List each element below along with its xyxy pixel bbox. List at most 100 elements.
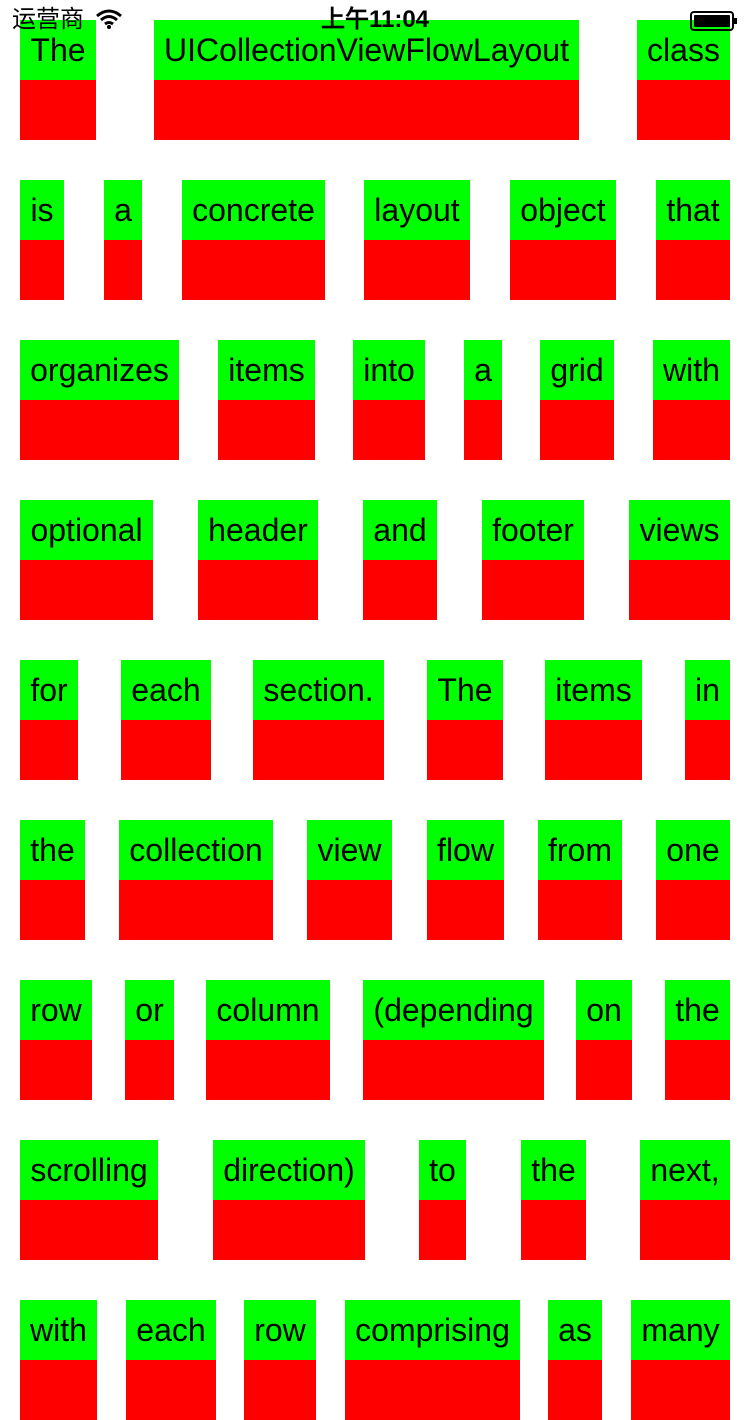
battery-icon	[690, 11, 737, 31]
cell-bottom-fill	[182, 240, 325, 300]
cell-label: views	[629, 500, 730, 560]
collection-cell[interactable]: is	[20, 180, 64, 300]
collection-cell[interactable]: the	[665, 980, 730, 1100]
cell-bottom-fill	[685, 720, 730, 780]
cell-label: object	[510, 180, 616, 240]
cell-label: header	[198, 500, 318, 560]
collection-cell[interactable]: row	[244, 1300, 316, 1420]
collection-cell[interactable]: concrete	[182, 180, 325, 300]
cell-label: optional	[20, 500, 153, 560]
collection-cell[interactable]: a	[464, 340, 502, 460]
collection-cell[interactable]: each	[126, 1300, 216, 1420]
collection-cell[interactable]: The	[427, 660, 503, 780]
cell-label: layout	[364, 180, 470, 240]
collection-cell[interactable]: and	[363, 500, 437, 620]
collection-cell[interactable]: a	[104, 180, 142, 300]
collection-cell[interactable]: (depending	[363, 980, 544, 1100]
collection-view[interactable]: The UICollectionViewFlowLayout class is a con…	[0, 0, 750, 1420]
collection-cell[interactable]: in	[685, 660, 730, 780]
collection-cell[interactable]: the	[521, 1140, 586, 1260]
collection-cell[interactable]: into	[353, 340, 425, 460]
cell-label: section.	[253, 660, 384, 720]
collection-cell[interactable]: object	[510, 180, 616, 300]
cell-label: one	[656, 820, 730, 880]
collection-cell[interactable]: one	[656, 820, 730, 940]
collection-cell[interactable]: from	[538, 820, 622, 940]
cell-bottom-fill	[629, 560, 730, 620]
cell-bottom-fill	[198, 560, 318, 620]
cell-label: with	[20, 1300, 97, 1360]
cell-label: a	[464, 340, 502, 400]
cell-label: comprising	[345, 1300, 520, 1360]
cell-bottom-fill	[20, 1200, 158, 1260]
collection-cell[interactable]: with	[20, 1300, 97, 1420]
collection-cell[interactable]: items	[218, 340, 315, 460]
cell-bottom-fill	[364, 240, 470, 300]
cell-bottom-fill	[121, 720, 211, 780]
collection-cell[interactable]: header	[198, 500, 318, 620]
cell-label: next,	[640, 1140, 730, 1200]
cell-bottom-fill	[20, 80, 96, 140]
collection-cell[interactable]: views	[629, 500, 730, 620]
collection-cell[interactable]: grid	[540, 340, 614, 460]
cell-label: direction)	[213, 1140, 365, 1200]
cell-bottom-fill	[20, 240, 64, 300]
collection-cell[interactable]: for	[20, 660, 78, 780]
cell-bottom-fill	[521, 1200, 586, 1260]
cell-bottom-fill	[20, 560, 153, 620]
collection-cell[interactable]: to	[419, 1140, 466, 1260]
collection-cell[interactable]: many	[631, 1300, 730, 1420]
cell-label: that	[656, 180, 730, 240]
collection-cell[interactable]: collection	[119, 820, 273, 940]
collection-cell[interactable]: the	[20, 820, 85, 940]
collection-cell[interactable]: layout	[364, 180, 470, 300]
cell-label: (depending	[363, 980, 544, 1040]
collection-cell[interactable]: as	[548, 1300, 602, 1420]
cell-label: collection	[119, 820, 273, 880]
cell-bottom-fill	[545, 720, 642, 780]
cell-label: from	[538, 820, 622, 880]
cell-bottom-fill	[363, 560, 437, 620]
collection-cell[interactable]: scrolling	[20, 1140, 158, 1260]
cell-bottom-fill	[427, 880, 504, 940]
cell-label: is	[20, 180, 64, 240]
cell-label: flow	[427, 820, 504, 880]
cell-label: footer	[482, 500, 584, 560]
collection-cell[interactable]: organizes	[20, 340, 179, 460]
cell-bottom-fill	[126, 1360, 216, 1420]
cell-bottom-fill	[353, 400, 425, 460]
collection-cell[interactable]: footer	[482, 500, 584, 620]
cell-label: to	[419, 1140, 466, 1200]
cell-label: with	[653, 340, 730, 400]
cell-bottom-fill	[20, 1360, 97, 1420]
collection-cell[interactable]: column	[206, 980, 330, 1100]
cell-label: organizes	[20, 340, 179, 400]
collection-cell[interactable]: section.	[253, 660, 384, 780]
collection-cell[interactable]: comprising	[345, 1300, 520, 1420]
cell-label: view	[307, 820, 392, 880]
collection-cell[interactable]: items	[545, 660, 642, 780]
cell-bottom-fill	[20, 720, 78, 780]
collection-cell[interactable]: that	[656, 180, 730, 300]
collection-cell[interactable]: direction)	[213, 1140, 365, 1260]
cell-bottom-fill	[125, 1040, 174, 1100]
collection-cell[interactable]: next,	[640, 1140, 730, 1260]
cell-label: and	[363, 500, 437, 560]
cell-bottom-fill	[576, 1040, 632, 1100]
cell-label: on	[576, 980, 632, 1040]
cell-label: each	[121, 660, 211, 720]
cell-bottom-fill	[653, 400, 730, 460]
collection-cell[interactable]: optional	[20, 500, 153, 620]
collection-cell[interactable]: view	[307, 820, 392, 940]
collection-cell[interactable]: or	[125, 980, 174, 1100]
cell-label: The	[427, 660, 503, 720]
cell-label: or	[125, 980, 174, 1040]
cell-bottom-fill	[656, 240, 730, 300]
collection-cell[interactable]: on	[576, 980, 632, 1100]
collection-cell[interactable]: row	[20, 980, 92, 1100]
collection-cell[interactable]: with	[653, 340, 730, 460]
collection-cell[interactable]: each	[121, 660, 211, 780]
collection-cell[interactable]: flow	[427, 820, 504, 940]
cell-label: scrolling	[20, 1140, 158, 1200]
cell-bottom-fill	[419, 1200, 466, 1260]
